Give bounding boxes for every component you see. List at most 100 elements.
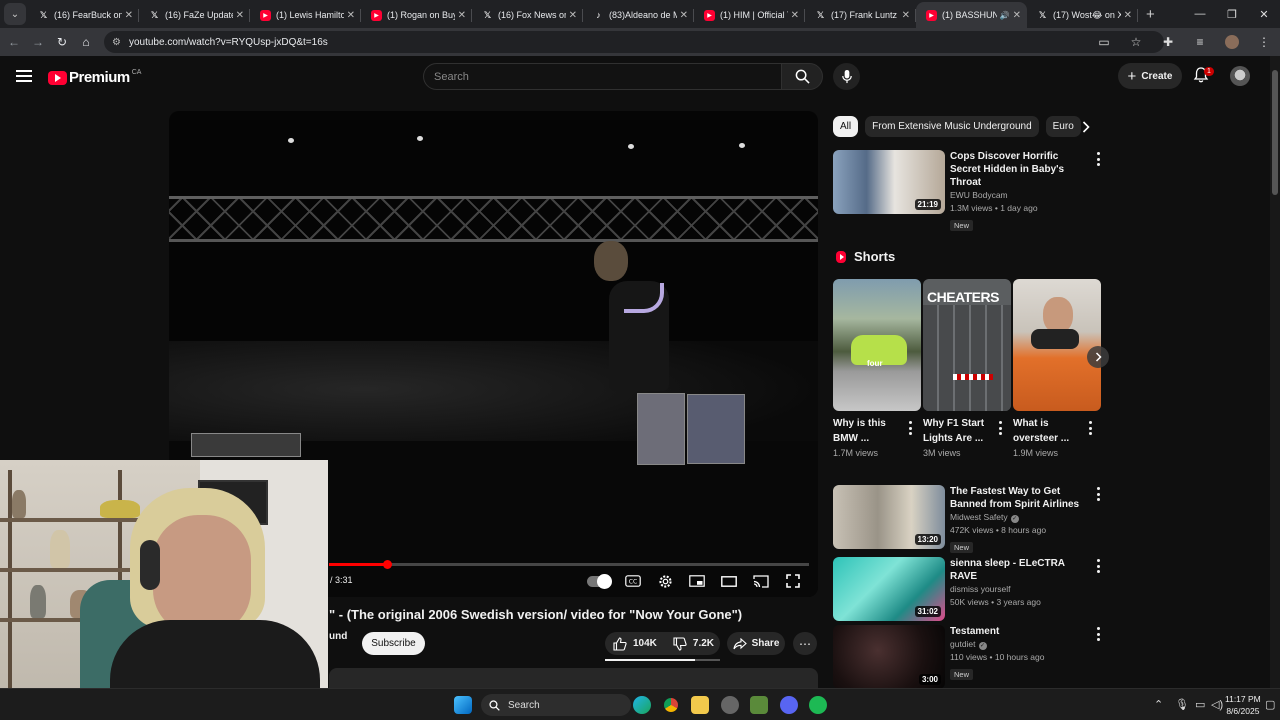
minecraft-icon[interactable] [750, 696, 768, 714]
tab-close-icon[interactable]: ✕ [569, 10, 577, 21]
reading-list-icon[interactable]: ≡ [1184, 35, 1216, 49]
theater-mode-button[interactable] [719, 572, 739, 590]
address-bar[interactable]: ⚙ youtube.com/watch?v=RYQUsp-jxDQ&t=16s [104, 31, 1164, 53]
scrollbar-thumb[interactable] [1272, 70, 1278, 195]
recommended-video[interactable]: 13:20 The Fastest Way to Get Banned from… [833, 485, 1103, 553]
spotify-icon[interactable] [809, 696, 827, 714]
tab-audio-icon[interactable]: 🔊 [1000, 11, 1010, 20]
more-actions-button[interactable]: ⋯ [793, 632, 817, 655]
tab-close-icon[interactable]: ✕ [458, 10, 466, 21]
video-thumbnail[interactable]: 31:02 [833, 557, 945, 621]
seek-bar[interactable] [329, 563, 809, 566]
short-item[interactable]: CHEATERS Why F1 Start Lights Are ... 3M … [923, 279, 1011, 458]
like-button[interactable]: 104K [605, 632, 665, 655]
browser-tab[interactable]: 𝕏 (16) Fox News on X✕ [472, 2, 583, 28]
short-thumbnail[interactable]: CHEATERS [923, 279, 1011, 411]
browser-tab[interactable]: ▶ (1) Rogan on Buy ✕ [361, 2, 472, 28]
taskbar-search[interactable]: Search [481, 694, 631, 716]
seek-handle[interactable] [383, 560, 393, 569]
video-thumbnail[interactable]: 3:00 [833, 625, 945, 689]
recommended-video[interactable]: 3:00 Testament gutdiet ✓ 110 views • 10 h… [833, 625, 1103, 689]
tab-close-icon[interactable]: ✕ [236, 10, 244, 21]
site-info-icon[interactable]: ⚙ [112, 37, 121, 48]
close-window-button[interactable]: ✕ [1248, 0, 1280, 28]
volume-icon[interactable]: ◁) [1211, 698, 1223, 711]
more-options-icon[interactable] [997, 421, 1003, 435]
browser-tab[interactable]: ♪ (83)Aldeano de M ✕ [583, 2, 694, 28]
channel-name[interactable]: und [329, 631, 347, 642]
tab-close-icon[interactable]: ✕ [125, 10, 133, 21]
more-options-icon[interactable] [1095, 627, 1101, 641]
browser-tab[interactable]: ▶ (1) HIM | Official T ✕ [694, 2, 805, 28]
steam-icon[interactable] [721, 696, 739, 714]
browser-menu-icon[interactable]: ⋮ [1248, 35, 1280, 49]
new-tab-button[interactable]: + [1146, 6, 1155, 23]
account-avatar[interactable] [1230, 66, 1250, 86]
tab-close-icon[interactable]: ✕ [347, 10, 355, 21]
browser-tab[interactable]: 𝕏 (17) Frank Luntz o ✕ [805, 2, 916, 28]
tab-close-icon[interactable]: ✕ [1124, 10, 1132, 21]
dislike-button[interactable]: 7.2K [665, 632, 722, 655]
create-button[interactable]: + Create [1118, 63, 1182, 89]
short-item[interactable]: What is oversteer ... 1.9M views [1013, 279, 1101, 458]
autoplay-toggle[interactable] [587, 574, 612, 589]
tab-close-icon[interactable]: ✕ [902, 10, 910, 21]
chips-next-button[interactable] [1075, 116, 1097, 138]
forward-button[interactable]: → [26, 30, 50, 54]
more-options-icon[interactable] [907, 421, 913, 435]
reload-button[interactable]: ↻ [50, 30, 74, 54]
subscribe-button[interactable]: Subscribe [362, 632, 425, 655]
more-options-icon[interactable] [1095, 559, 1101, 573]
filter-chip[interactable]: All [833, 116, 859, 137]
home-button[interactable]: ⌂ [74, 30, 98, 54]
tab-close-icon[interactable]: ✕ [791, 10, 799, 21]
cast-icon[interactable]: ▭ [1088, 35, 1120, 49]
tab-close-icon[interactable]: ✕ [1013, 10, 1021, 21]
short-item[interactable]: four Why is this BMW ... 1.7M views [833, 279, 921, 458]
edge-icon[interactable] [633, 696, 651, 714]
network-icon[interactable]: ▭ [1195, 698, 1205, 711]
shorts-next-button[interactable] [1087, 346, 1109, 368]
minimize-button[interactable]: — [1184, 0, 1216, 28]
tray-overflow-icon[interactable]: ⌃ [1154, 698, 1163, 711]
voice-search-button[interactable] [833, 63, 860, 90]
cast-button[interactable] [751, 572, 771, 590]
video-thumbnail[interactable]: 21:19 [833, 150, 945, 214]
taskbar-clock[interactable]: 11:17 PM 8/6/2025 [1225, 693, 1261, 717]
tab-search-button[interactable]: ⌄ [4, 3, 26, 25]
microphone-icon[interactable]: 🎙 [1175, 698, 1189, 711]
search-button[interactable] [781, 63, 823, 90]
browser-tab[interactable]: ▶ (1) BASSHUN 🔊 ✕ [916, 2, 1027, 28]
browser-tab[interactable]: 𝕏 (16) FearBuck on X✕ [28, 2, 139, 28]
chrome-icon[interactable] [662, 696, 680, 714]
short-thumbnail[interactable] [1013, 279, 1101, 411]
more-options-icon[interactable] [1095, 152, 1101, 166]
more-options-icon[interactable] [1095, 487, 1101, 501]
video-thumbnail[interactable]: 13:20 [833, 485, 945, 549]
menu-hamburger-icon[interactable] [16, 70, 32, 82]
browser-tab[interactable]: 𝕏 (16) FaZe Updates✕ [139, 2, 250, 28]
share-button[interactable]: Share [727, 632, 785, 655]
captions-button[interactable]: CC [623, 572, 643, 590]
discord-icon[interactable] [780, 696, 798, 714]
recommended-video[interactable]: 31:02 sienna sleep - ELeCTRA RAVE dismis… [833, 557, 1103, 621]
more-options-icon[interactable] [1087, 421, 1093, 435]
file-explorer-icon[interactable] [691, 696, 709, 714]
notification-center-icon[interactable]: ▢ [1265, 698, 1275, 711]
windows-start-icon[interactable] [454, 696, 472, 714]
tab-close-icon[interactable]: ✕ [680, 10, 688, 21]
fullscreen-button[interactable] [783, 572, 803, 590]
browser-tab[interactable]: 𝕏 (17) Wost😂 on X ✕ [1027, 2, 1138, 28]
back-button[interactable]: ← [2, 30, 26, 54]
recommended-video[interactable]: 21:19 Cops Discover Horrific Secret Hidd… [833, 150, 1103, 231]
restore-button[interactable]: ❐ [1216, 0, 1248, 28]
settings-button[interactable] [655, 572, 675, 590]
filter-chip[interactable]: From Extensive Music Underground [865, 116, 1039, 137]
youtube-logo[interactable]: Premium CA [48, 69, 141, 86]
profile-avatar[interactable] [1225, 35, 1239, 49]
search-input[interactable]: Search [423, 63, 781, 90]
miniplayer-button[interactable] [687, 572, 707, 590]
browser-tab[interactable]: ▶ (1) Lewis Hamilton ✕ [250, 2, 361, 28]
short-thumbnail[interactable]: four [833, 279, 921, 411]
extensions-icon[interactable]: ✚ [1152, 35, 1184, 49]
